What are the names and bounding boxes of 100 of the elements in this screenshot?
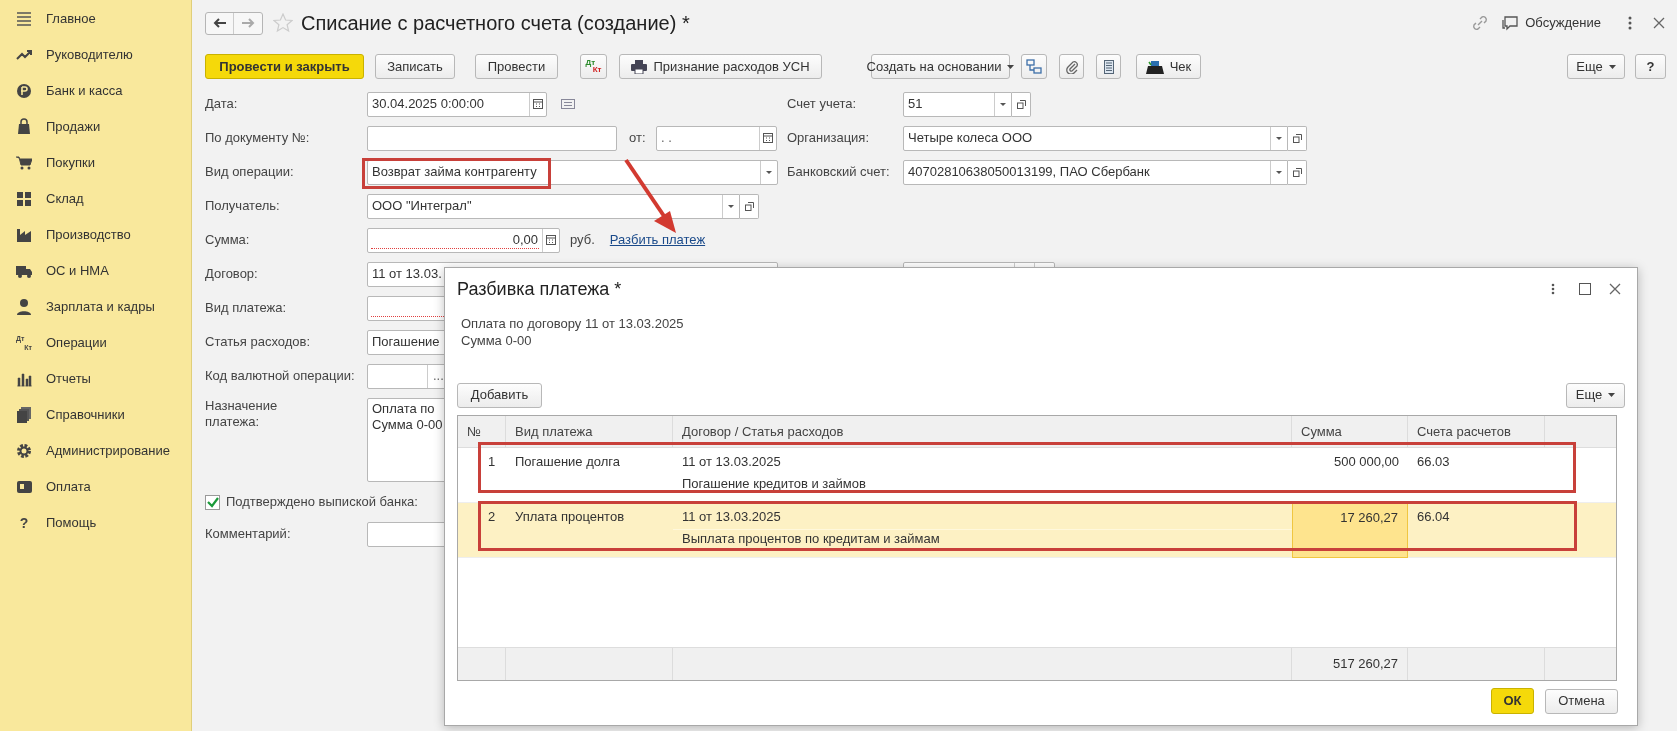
calendar-icon — [763, 133, 773, 143]
more-button[interactable]: Еще — [1567, 54, 1625, 79]
chat-icon — [1501, 15, 1520, 31]
sidebar-item[interactable]: ? Помощь — [0, 505, 191, 541]
table-cell-text: 11 от 13.03.2025 — [681, 453, 782, 471]
open-button[interactable] — [1288, 159, 1307, 185]
open-window-icon — [1292, 167, 1302, 177]
recipient-select[interactable]: ООО "Интеграл" — [367, 193, 740, 219]
account-select[interactable]: 51 — [903, 91, 1012, 117]
bar-chart-icon — [16, 370, 32, 388]
printer-icon — [631, 59, 648, 74]
more-icon — [1551, 283, 1555, 295]
sidebar-item[interactable]: Банк и касса — [0, 73, 191, 109]
sidebar-item[interactable]: Производство — [0, 217, 191, 253]
more-icon — [1627, 15, 1633, 31]
factory-icon — [16, 226, 32, 244]
table-row[interactable]: 2 Уплата процентов 11 от 13.03.2025 Выплата процентов по кредитам и займам 17 260,27 66.04 — [458, 503, 1616, 558]
input-field[interactable]: Четыре колеса ООО — [903, 125, 1288, 151]
more-button[interactable]: Еще — [1566, 382, 1625, 408]
checkbox-label: Подтверждено выпиской банка: — [226, 493, 418, 512]
calculator-button[interactable] — [542, 228, 559, 252]
sidebar-item[interactable]: Администрирование — [0, 433, 191, 469]
maximize-icon — [1579, 283, 1591, 295]
wallet-icon — [16, 478, 32, 496]
info-text: Оплата по договору 11 от 13.03.2025 — [461, 315, 685, 332]
discussion-button[interactable]: Обсуждение — [1501, 13, 1601, 33]
sidebar-item[interactable]: Руководителю — [0, 37, 191, 73]
receipt-button[interactable]: Чек — [1136, 54, 1201, 79]
print-button[interactable]: Признание расходов УСН — [619, 54, 822, 79]
field-label: Договор: — [205, 265, 259, 284]
input-field[interactable]: 40702810638050013199, ПАО Сбербанк — [903, 159, 1288, 185]
coin-icon — [16, 82, 32, 100]
open-button[interactable] — [1288, 125, 1307, 151]
list-button[interactable] — [1096, 54, 1121, 79]
operation-type-select[interactable]: Возврат займа контрагенту — [367, 159, 778, 185]
info-text: Сумма 0-00 — [461, 332, 533, 349]
calendar-button[interactable] — [759, 126, 776, 150]
split-payment-link[interactable]: Разбить платеж — [609, 230, 706, 250]
calendar-button[interactable] — [529, 92, 546, 116]
caret-icon — [1608, 393, 1616, 397]
caret-icon — [1000, 102, 1006, 106]
help-button[interactable]: ? — [1635, 54, 1666, 79]
link-icon — [1471, 14, 1490, 32]
dialog-title: Разбивка платежа * — [457, 277, 622, 301]
table-cell-text: 66.03 — [1416, 453, 1451, 471]
structure-button[interactable] — [1021, 54, 1047, 79]
field-label: Дата: — [205, 95, 239, 114]
toolbar-button[interactable]: Провести — [475, 54, 558, 79]
checkmark-icon — [206, 496, 219, 508]
calculator-icon — [546, 235, 556, 245]
caret-icon — [1276, 136, 1282, 140]
sidebar-item[interactable]: ОС и НМА — [0, 253, 191, 289]
date-field[interactable]: 30.04.2025 0:00:00 — [367, 91, 547, 117]
sidebar-item[interactable]: Зарплата и кадры — [0, 289, 191, 325]
sidebar-item[interactable]: Оплата — [0, 469, 191, 505]
sidebar-item[interactable]: Покупки — [0, 145, 191, 181]
amount-field[interactable]: 0,00 — [367, 227, 560, 253]
caret-icon — [1276, 170, 1282, 174]
attach-button[interactable] — [1059, 54, 1084, 79]
sidebar-item[interactable]: Продажи — [0, 109, 191, 145]
caret-icon — [766, 170, 772, 174]
hierarchy-icon — [1026, 58, 1042, 75]
caret-icon — [1608, 64, 1616, 69]
open-window-icon — [744, 201, 754, 211]
add-button[interactable]: Добавить — [457, 382, 542, 408]
field-label: Получатель: — [205, 197, 281, 216]
star-icon — [273, 13, 293, 33]
open-window-icon — [1292, 133, 1302, 143]
person-icon — [16, 298, 32, 316]
debit-credit-button[interactable]: Дт Кт — [580, 54, 607, 79]
table-cell-text: 2 — [487, 508, 497, 526]
table-cell: 17 260,27 — [1292, 503, 1408, 558]
date-field[interactable]: . . — [656, 125, 777, 151]
sidebar-item[interactable]: Главное — [0, 1, 191, 37]
ok-button[interactable]: ОК — [1491, 688, 1534, 714]
field-label: от: — [629, 129, 647, 148]
caret-icon — [728, 204, 734, 208]
books-icon — [16, 406, 32, 424]
column-header: Вид платежа — [506, 416, 673, 447]
open-window-icon — [1016, 99, 1026, 109]
settings-icon — [16, 442, 32, 460]
sidebar-item[interactable]: Справочники — [0, 397, 191, 433]
column-header: Счета расчетов — [1408, 416, 1545, 447]
document-number-field[interactable] — [367, 125, 617, 151]
post-and-close-button[interactable]: Провести и закрыть — [205, 54, 364, 79]
currency-label: руб. — [570, 231, 595, 250]
table-cell-text: Погашение долга — [514, 453, 621, 471]
back-arrow-icon — [212, 18, 227, 28]
open-button[interactable] — [1012, 91, 1031, 117]
sidebar-item[interactable]: Отчеты — [0, 361, 191, 397]
checkbox[interactable] — [205, 494, 220, 510]
sidebar-item[interactable]: Склад — [0, 181, 191, 217]
history-icon — [561, 99, 575, 109]
cancel-button[interactable]: Отмена — [1545, 688, 1618, 714]
open-button[interactable] — [740, 193, 759, 219]
paperclip-icon — [1065, 59, 1078, 74]
close-icon — [1609, 283, 1621, 295]
field-label: Организация: — [787, 129, 871, 148]
toolbar-button[interactable]: Записать — [375, 54, 455, 79]
cart-icon — [16, 154, 32, 172]
